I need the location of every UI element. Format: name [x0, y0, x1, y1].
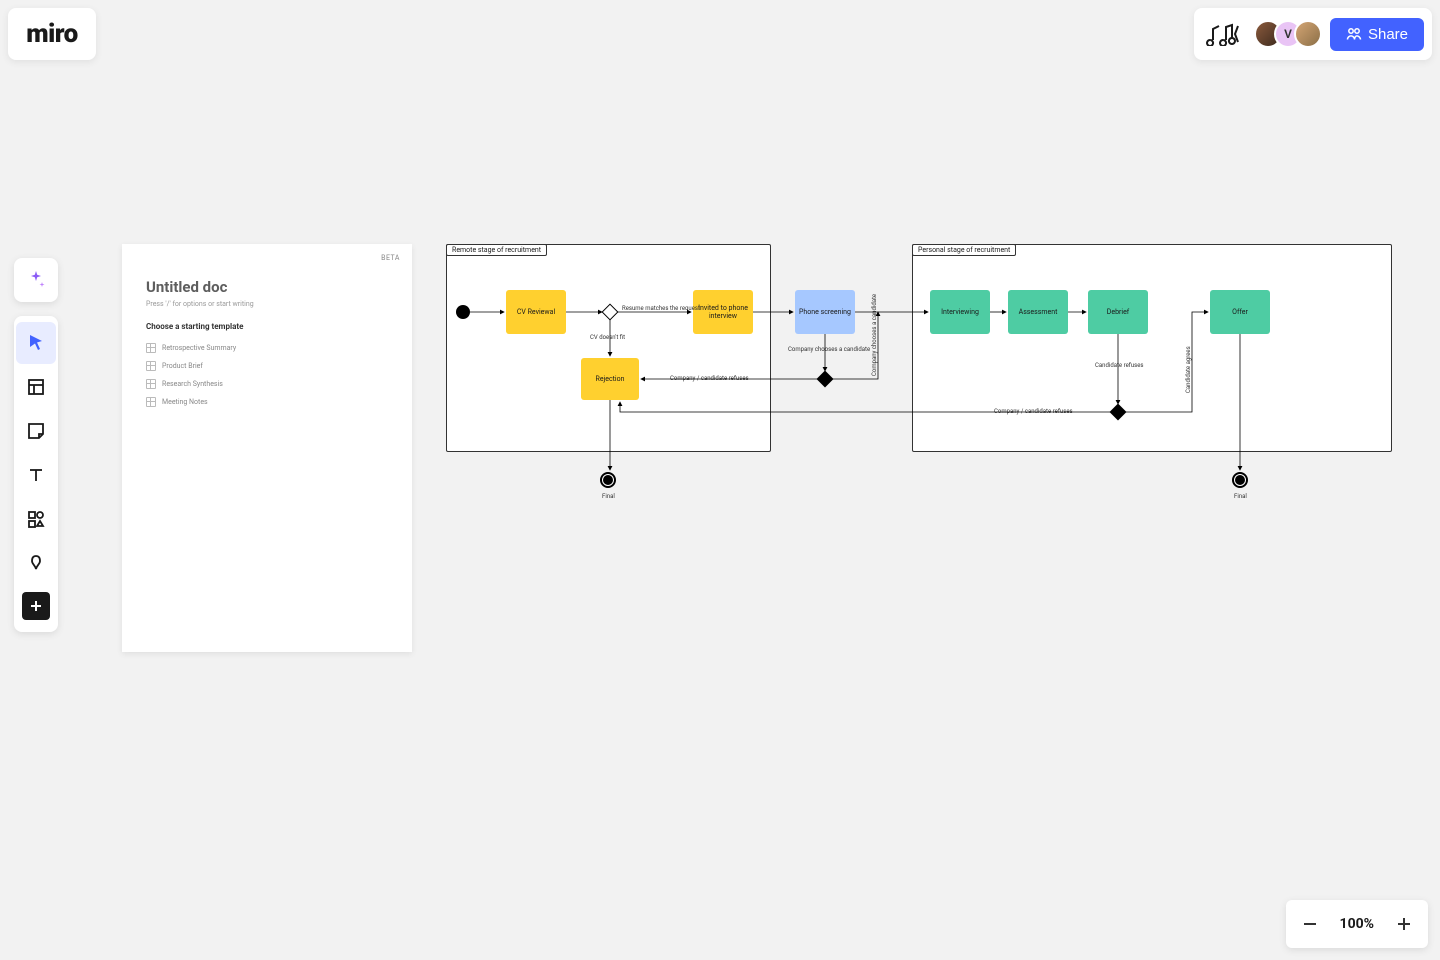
logo-text: miro — [26, 19, 78, 49]
doc-hint: Press '/' for options or start writing — [146, 300, 388, 308]
zoom-value[interactable]: 100% — [1330, 916, 1384, 932]
end-node-2 — [1232, 472, 1248, 488]
panel-remote: Remote stage of recruitment — [446, 244, 771, 452]
pen-icon — [26, 553, 46, 573]
label-candidate-agrees: Candidate agrees — [1185, 340, 1192, 400]
template-label: Research Synthesis — [162, 380, 223, 388]
doc-title[interactable]: Untitled doc — [146, 278, 388, 296]
template-item[interactable]: Research Synthesis — [146, 375, 388, 393]
share-button[interactable]: Share — [1330, 18, 1424, 51]
cursor-icon — [26, 333, 46, 353]
label-resume-matches: Resume matches the request — [622, 305, 682, 312]
label-final2: Final — [1234, 493, 1247, 500]
node-interviewing: Interviewing — [930, 290, 990, 334]
label-company-chooses-v: Company chooses a candidate — [871, 316, 878, 376]
tool-shapes[interactable] — [16, 498, 56, 540]
plus-icon — [29, 599, 43, 613]
sticky-icon — [26, 421, 46, 441]
template-icon — [146, 361, 156, 371]
minus-icon — [1302, 916, 1318, 932]
header-right: V Share — [1194, 8, 1432, 60]
sparkle-icon — [25, 269, 47, 291]
zoom-in-button[interactable] — [1384, 904, 1424, 944]
node-assessment: Assessment — [1008, 290, 1068, 334]
node-rejection: Rejection — [581, 358, 639, 400]
panel-remote-label: Remote stage of recruitment — [446, 244, 547, 256]
tool-add[interactable] — [22, 592, 50, 620]
tool-sticky[interactable] — [16, 410, 56, 452]
template-label: Meeting Notes — [162, 398, 208, 406]
tool-pen[interactable] — [16, 542, 56, 584]
left-toolbar — [14, 316, 58, 632]
template-list: Retrospective Summary Product Brief Rese… — [146, 339, 388, 411]
beta-badge: BETA — [381, 254, 400, 262]
template-icon — [26, 377, 46, 397]
template-label: Retrospective Summary — [162, 344, 236, 352]
template-item[interactable]: Retrospective Summary — [146, 339, 388, 357]
node-debrief: Debrief — [1088, 290, 1148, 334]
template-icon — [146, 397, 156, 407]
panel-personal-label: Personal stage of recruitment — [912, 244, 1016, 256]
node-phone: Phone screening — [795, 290, 855, 334]
node-offer: Offer — [1210, 290, 1270, 334]
doc-card[interactable]: BETA Untitled doc Press '/' for options … — [122, 244, 412, 652]
logo-box[interactable]: miro — [8, 8, 96, 60]
template-icon — [146, 343, 156, 353]
avatar-2-letter: V — [1284, 27, 1292, 41]
label-company-refuses: Company / candidate refuses — [670, 375, 749, 382]
music-notes-icon[interactable] — [1202, 16, 1246, 52]
label-candidate-refuses: Candidate refuses — [1095, 362, 1144, 369]
node-cv-review: CV Reviewal — [506, 290, 566, 334]
label-final1: Final — [602, 493, 615, 500]
node-invited: Invited to phone interview — [693, 290, 753, 334]
template-item[interactable]: Meeting Notes — [146, 393, 388, 411]
zoom-out-button[interactable] — [1290, 904, 1330, 944]
panel-personal: Personal stage of recruitment — [912, 244, 1392, 452]
people-icon — [1346, 26, 1362, 42]
template-item[interactable]: Product Brief — [146, 357, 388, 375]
tool-template[interactable] — [16, 366, 56, 408]
gateway-2 — [817, 371, 834, 388]
doc-section-heading: Choose a starting template — [146, 322, 388, 331]
plus-icon — [1396, 916, 1412, 932]
tool-select[interactable] — [16, 322, 56, 364]
label-cv-no-fit: CV doesn't fit — [590, 334, 625, 341]
label-company-refuses2: Company / candidate refuses — [994, 408, 1073, 415]
collaborator-avatars[interactable]: V — [1254, 20, 1322, 48]
zoom-controls: 100% — [1286, 900, 1428, 948]
tool-text[interactable] — [16, 454, 56, 496]
share-label: Share — [1368, 26, 1408, 43]
end-node-1 — [600, 472, 616, 488]
tool-ai[interactable] — [14, 258, 58, 302]
start-node — [456, 305, 470, 319]
template-icon — [146, 379, 156, 389]
template-label: Product Brief — [162, 362, 203, 370]
text-icon — [26, 465, 46, 485]
shapes-icon — [26, 509, 46, 529]
avatar-3[interactable] — [1294, 20, 1322, 48]
label-company-chooses: Company chooses a candidate — [788, 346, 862, 353]
